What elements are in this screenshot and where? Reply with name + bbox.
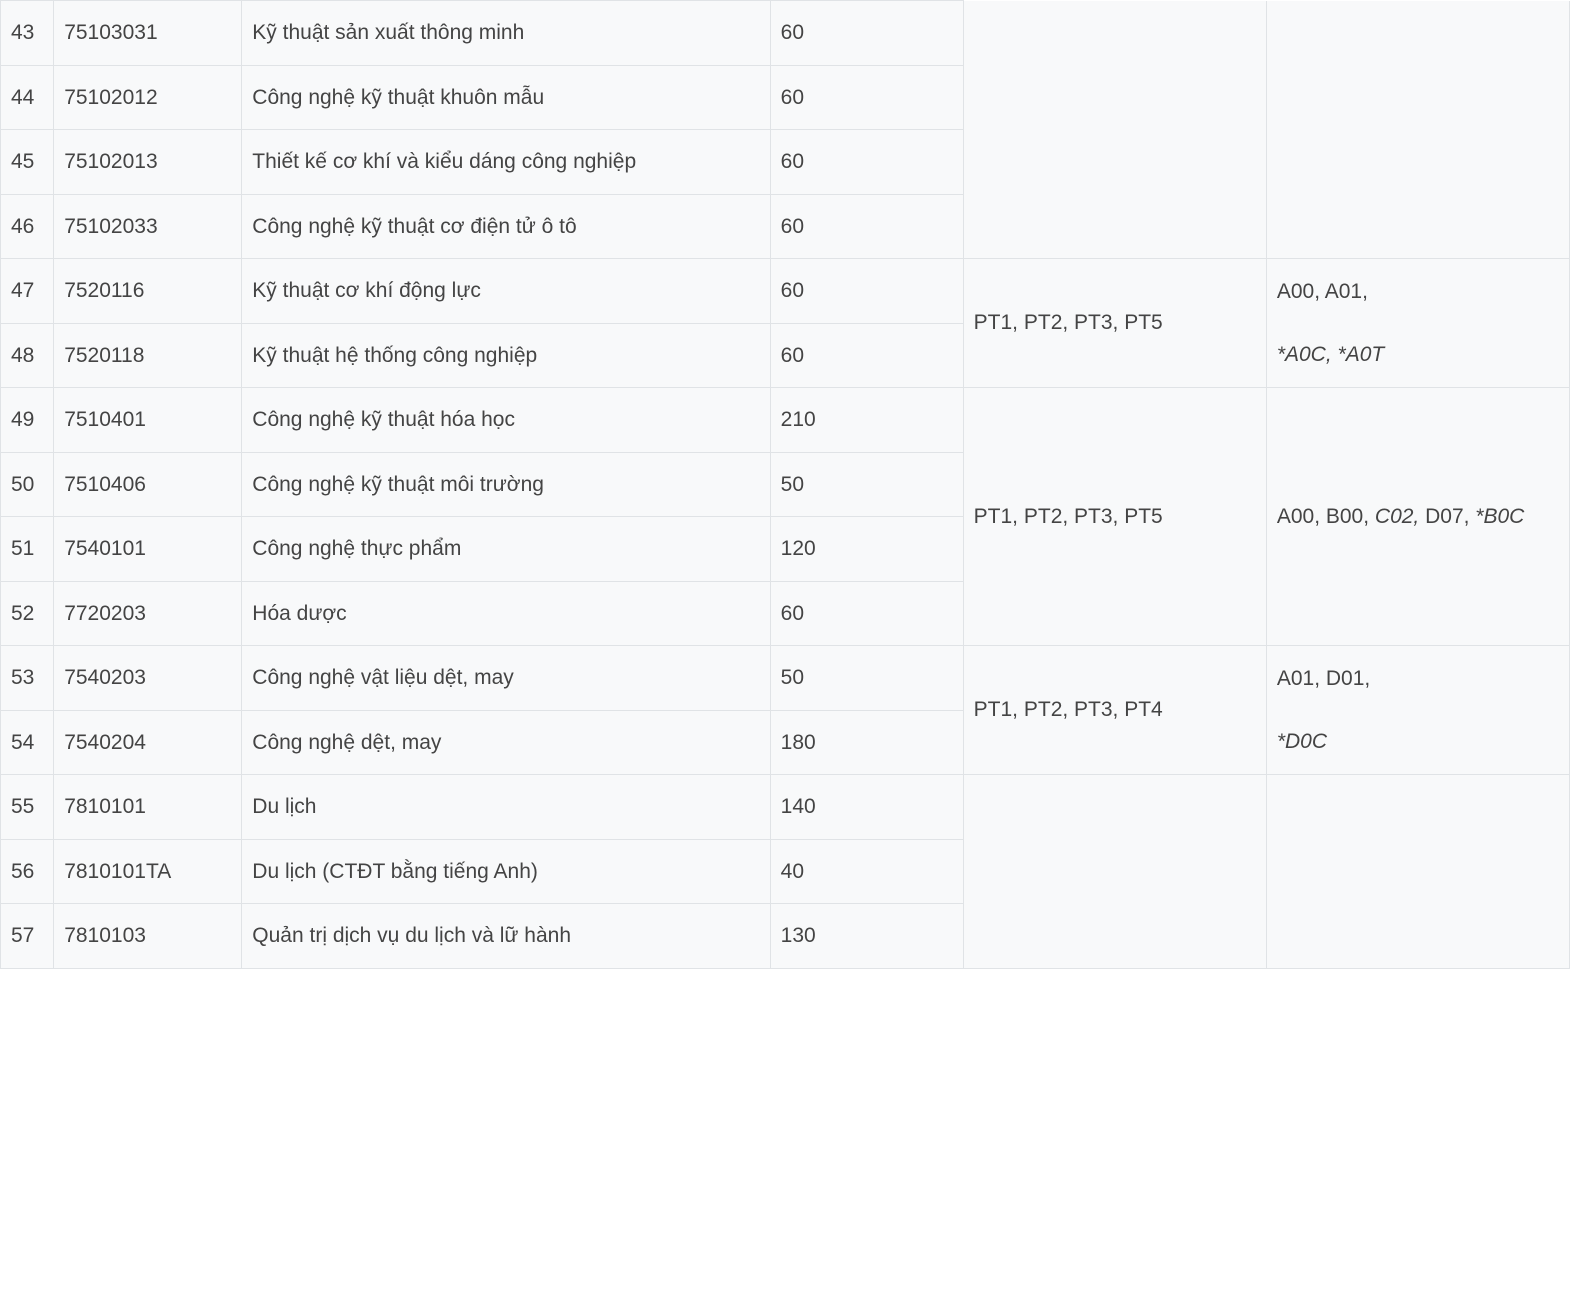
cell-qty: 60 — [770, 259, 963, 324]
cell-name: Thiết kế cơ khí và kiểu dáng công nghiệp — [242, 130, 770, 195]
cell-name: Hóa dược — [242, 581, 770, 646]
subjects-italic: *A0C, *A0T — [1277, 343, 1384, 366]
cell-pt — [963, 1, 1266, 259]
cell-code: 7540101 — [54, 517, 242, 582]
cell-qty: 120 — [770, 517, 963, 582]
cell-qty: 130 — [770, 904, 963, 969]
cell-qty: 60 — [770, 1, 963, 66]
subjects-plain: A00, B00, — [1277, 505, 1375, 528]
cell-name: Du lịch — [242, 775, 770, 840]
cell-index: 54 — [1, 710, 54, 775]
cell-subjects: A01, D01, *D0C — [1266, 646, 1569, 775]
cell-index: 45 — [1, 130, 54, 195]
cell-qty: 60 — [770, 581, 963, 646]
table-row: 49 7510401 Công nghệ kỹ thuật hóa học 21… — [1, 388, 1570, 453]
cell-name: Công nghệ dệt, may — [242, 710, 770, 775]
cell-pt — [963, 775, 1266, 969]
cell-subjects — [1266, 1, 1569, 259]
cell-code: 7510401 — [54, 388, 242, 453]
cell-index: 46 — [1, 194, 54, 259]
cell-index: 52 — [1, 581, 54, 646]
subjects-italic: *D0C — [1277, 730, 1327, 753]
subjects-plain: A01, D01, — [1277, 667, 1370, 690]
table-row: 53 7540203 Công nghệ vật liệu dệt, may 5… — [1, 646, 1570, 711]
cell-code: 75102012 — [54, 65, 242, 130]
subjects-italic-mid: C02, — [1375, 505, 1419, 528]
cell-code: 7540204 — [54, 710, 242, 775]
cell-name: Công nghệ kỹ thuật cơ điện tử ô tô — [242, 194, 770, 259]
cell-name: Kỹ thuật sản xuất thông minh — [242, 1, 770, 66]
cell-qty: 140 — [770, 775, 963, 840]
table-row: 47 7520116 Kỹ thuật cơ khí động lực 60 P… — [1, 259, 1570, 324]
cell-index: 51 — [1, 517, 54, 582]
cell-code: 75103031 — [54, 1, 242, 66]
table-row: 55 7810101 Du lịch 140 — [1, 775, 1570, 840]
cell-index: 57 — [1, 904, 54, 969]
cell-name: Công nghệ kỹ thuật hóa học — [242, 388, 770, 453]
cell-code: 7810101TA — [54, 839, 242, 904]
subjects-italic: *B0C — [1475, 505, 1524, 528]
cell-subjects: A00, B00, C02, D07, *B0C — [1266, 388, 1569, 646]
cell-index: 53 — [1, 646, 54, 711]
table-row: 43 75103031 Kỹ thuật sản xuất thông minh… — [1, 1, 1570, 66]
cell-name: Kỹ thuật cơ khí động lực — [242, 259, 770, 324]
cell-index: 48 — [1, 323, 54, 388]
program-table: 43 75103031 Kỹ thuật sản xuất thông minh… — [0, 0, 1570, 969]
cell-pt: PT1, PT2, PT3, PT5 — [963, 388, 1266, 646]
cell-qty: 50 — [770, 646, 963, 711]
cell-name: Công nghệ thực phẩm — [242, 517, 770, 582]
cell-qty: 60 — [770, 130, 963, 195]
cell-qty: 50 — [770, 452, 963, 517]
cell-qty: 180 — [770, 710, 963, 775]
subjects-plain: A00, A01, — [1277, 280, 1368, 303]
cell-index: 50 — [1, 452, 54, 517]
cell-code: 7510406 — [54, 452, 242, 517]
cell-code: 7520116 — [54, 259, 242, 324]
cell-index: 55 — [1, 775, 54, 840]
cell-code: 7720203 — [54, 581, 242, 646]
cell-subjects: A00, A01, *A0C, *A0T — [1266, 259, 1569, 388]
cell-qty: 60 — [770, 194, 963, 259]
cell-index: 44 — [1, 65, 54, 130]
cell-qty: 60 — [770, 323, 963, 388]
cell-pt: PT1, PT2, PT3, PT5 — [963, 259, 1266, 388]
cell-index: 49 — [1, 388, 54, 453]
cell-code: 7520118 — [54, 323, 242, 388]
cell-name: Công nghệ kỹ thuật khuôn mẫu — [242, 65, 770, 130]
cell-code: 7810103 — [54, 904, 242, 969]
cell-code: 75102013 — [54, 130, 242, 195]
cell-code: 7810101 — [54, 775, 242, 840]
cell-index: 56 — [1, 839, 54, 904]
cell-name: Công nghệ vật liệu dệt, may — [242, 646, 770, 711]
cell-name: Quản trị dịch vụ du lịch và lữ hành — [242, 904, 770, 969]
cell-name: Kỹ thuật hệ thống công nghiệp — [242, 323, 770, 388]
cell-index: 47 — [1, 259, 54, 324]
subjects-plain2: D07, — [1419, 505, 1475, 528]
cell-subjects — [1266, 775, 1569, 969]
cell-index: 43 — [1, 1, 54, 66]
cell-qty: 40 — [770, 839, 963, 904]
cell-pt: PT1, PT2, PT3, PT4 — [963, 646, 1266, 775]
cell-qty: 60 — [770, 65, 963, 130]
cell-name: Du lịch (CTĐT bằng tiếng Anh) — [242, 839, 770, 904]
cell-code: 75102033 — [54, 194, 242, 259]
cell-name: Công nghệ kỹ thuật môi trường — [242, 452, 770, 517]
cell-qty: 210 — [770, 388, 963, 453]
cell-code: 7540203 — [54, 646, 242, 711]
